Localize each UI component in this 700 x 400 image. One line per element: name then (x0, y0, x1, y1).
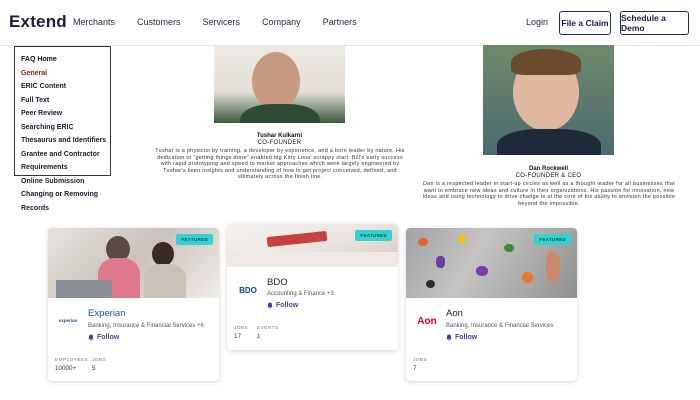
top-nav: Extend Merchants Customers Servicers Com… (0, 0, 700, 46)
featured-badge: FEATURED (355, 230, 392, 241)
stat-value-events: 1 (257, 333, 261, 340)
bell-icon (267, 302, 273, 309)
bdo-logo: BDO (239, 285, 257, 295)
experian-logo: experian (58, 317, 78, 323)
faq-link-general[interactable]: General (21, 67, 131, 81)
schedule-demo-button[interactable]: Schedule a Demo (620, 11, 689, 35)
featured-badge: FEATURED (534, 234, 571, 245)
company-industry: Accounting & Finance +3 (267, 291, 334, 297)
company-industry: Banking, Insurance & Financial Services (446, 323, 554, 329)
bell-icon (88, 334, 94, 341)
nav-link-merchants[interactable]: Merchants (73, 17, 115, 27)
founder-name: Dan Rockwell (528, 166, 568, 172)
featured-badge: FEATURED (176, 234, 213, 245)
follow-label: Follow (97, 334, 120, 341)
follow-button[interactable]: Follow (446, 334, 477, 341)
faq-link-full-text[interactable]: Full Text (21, 94, 131, 108)
stat-label-employees: EMPLOYEES (55, 358, 89, 363)
faq-menu: FAQ Home General ERIC Content Full Text … (21, 53, 131, 215)
founder-bio: Tushar is a physicist by training, a dev… (155, 148, 405, 181)
stat-label-jobs: JOBS (234, 326, 249, 331)
faq-link-searching-eric[interactable]: Searching ERIC (21, 121, 131, 135)
nav-link-servicers[interactable]: Servicers (203, 17, 241, 27)
faq-link-records[interactable]: Records (21, 202, 131, 216)
company-card-bdo[interactable]: FEATURED BDO BDO Accounting & Finance +3… (227, 224, 398, 350)
follow-label: Follow (455, 334, 478, 341)
company-name[interactable]: BDO (267, 277, 288, 288)
nav-link-company[interactable]: Company (262, 17, 301, 27)
faq-link-changing-removing[interactable]: Changing or Removing (21, 188, 131, 202)
nav-links: Merchants Customers Servicers Company Pa… (73, 17, 379, 27)
aon-logo: Aon (417, 315, 437, 327)
faq-home-link[interactable]: FAQ Home (21, 53, 131, 67)
founder-title: CO-FOUNDER & CEO (515, 173, 582, 179)
faq-link-grantee[interactable]: Grantee and Contractor (21, 148, 131, 162)
nav-link-partners[interactable]: Partners (323, 17, 357, 27)
company-name[interactable]: Experian (88, 308, 126, 319)
founder-bio: Dan is a respected leader in start-up ci… (422, 181, 676, 207)
faq-link-eric-content[interactable]: ERIC Content (21, 80, 131, 94)
bell-icon (446, 334, 452, 341)
stat-value-jobs: 17 (234, 333, 242, 340)
faq-link-peer-review[interactable]: Peer Review (21, 107, 131, 121)
company-name[interactable]: Aon (446, 308, 463, 319)
company-card-experian[interactable]: FEATURED experian Experian Banking, Insu… (48, 228, 219, 381)
company-card-aon[interactable]: FEATURED Aon Aon Banking, Insurance & Fi… (406, 228, 577, 381)
file-claim-button[interactable]: File a Claim (559, 11, 611, 35)
founder-photo-dan (483, 45, 614, 155)
stat-label-events: EVENTS (257, 326, 279, 331)
founder-photo-tushar (214, 46, 345, 123)
follow-button[interactable]: Follow (267, 302, 298, 309)
company-industry: Banking, Insurance & Financial Services … (88, 323, 204, 329)
login-link[interactable]: Login (526, 17, 548, 27)
nav-link-customers[interactable]: Customers (137, 17, 181, 27)
stat-value-jobs: 7 (413, 365, 417, 372)
stat-value-jobs: 5 (92, 365, 96, 372)
faq-link-online-submission[interactable]: Online Submission (21, 175, 131, 189)
follow-button[interactable]: Follow (88, 334, 119, 341)
follow-label: Follow (276, 302, 299, 309)
stat-label-jobs: JOBS (413, 358, 428, 363)
stat-label-jobs: JOBS (92, 358, 107, 363)
faq-link-requirements[interactable]: Requirements (21, 161, 131, 175)
founder-title: CO-FOUNDER (257, 140, 302, 146)
founder-name: Tushar Kulkarni (256, 133, 303, 139)
faq-link-thesaurus[interactable]: Thesaurus and Identifiers (21, 134, 131, 148)
stat-value-employees: 10000+ (55, 365, 77, 372)
extend-logo[interactable]: Extend (9, 12, 67, 32)
